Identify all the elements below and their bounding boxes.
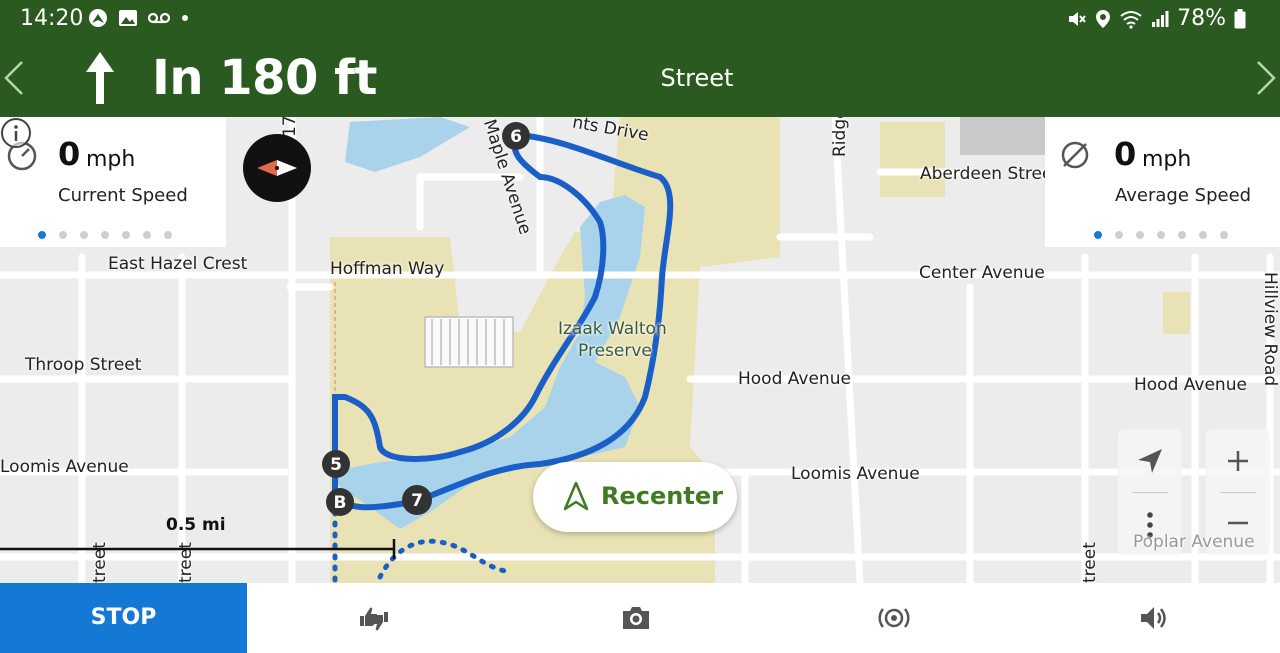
label-loomis-avenue-west: Loomis Avenue: [0, 457, 129, 477]
recenter-button[interactable]: Recenter: [533, 462, 737, 532]
pond-north: [345, 117, 470, 172]
average-speed-card[interactable]: 0 mph Average Speed: [1045, 117, 1280, 247]
label-izaak-walton: Izaak Walton: [558, 319, 667, 339]
page-dot: [1136, 231, 1144, 239]
park-area-east: [880, 122, 945, 197]
stop-button[interactable]: STOP: [0, 583, 247, 653]
page-dot: [164, 231, 172, 239]
status-icons-left: [88, 8, 190, 28]
page-dot: [1115, 231, 1123, 239]
card-page-indicator: [1094, 231, 1228, 239]
page-dot: [122, 231, 130, 239]
waypoint-7[interactable]: 7: [402, 485, 432, 515]
current-speed-label: Current Speed: [58, 185, 188, 206]
thumbs-rating-icon[interactable]: [358, 602, 390, 634]
page-dot-active: [38, 231, 46, 239]
chevron-right-icon[interactable]: [1254, 58, 1278, 98]
svg-text:5: 5: [330, 455, 342, 475]
label-poplar-avenue: Poplar Avenue: [1133, 532, 1255, 552]
label-throop-street: Throop Street: [25, 355, 142, 375]
average-icon: [1061, 141, 1089, 169]
average-speed-value: 0: [1114, 135, 1137, 173]
location-icon: [1096, 9, 1111, 28]
average-speed-label: Average Speed: [1115, 185, 1252, 206]
card-page-indicator: [38, 231, 172, 239]
label-east-hazel-crest: East Hazel Crest: [108, 254, 248, 274]
signal-icon: [1152, 10, 1169, 27]
status-icons-right: 78%: [1067, 6, 1246, 31]
scale-line: [0, 539, 396, 559]
page-dot: [1199, 231, 1207, 239]
battery-percent: 78%: [1177, 6, 1226, 31]
divider: [1220, 492, 1256, 493]
building: [960, 117, 1045, 155]
arrow-up-icon: [86, 52, 114, 104]
next-street: Street: [660, 64, 734, 92]
label-hood-avenue-east: Hood Avenue: [1134, 375, 1247, 395]
label-aberdeen-street: Aberdeen Street: [920, 164, 1060, 184]
recenter-label: Recenter: [601, 482, 723, 510]
stop-label: STOP: [90, 605, 157, 630]
svg-text:B: B: [334, 493, 347, 513]
chevron-left-icon[interactable]: [2, 58, 26, 98]
wifi-icon: [1120, 10, 1142, 29]
battery-icon: [1234, 8, 1246, 28]
dot-icon: [182, 15, 188, 21]
page-dot: [1178, 231, 1186, 239]
label-hoffman-way: Hoffman Way: [330, 259, 445, 279]
navigation-header: 14:20 78% In 180 ft Street: [0, 0, 1280, 117]
label-street-c: treet: [1080, 542, 1100, 583]
page-dot-active: [1094, 231, 1102, 239]
waypoint-5[interactable]: 5: [322, 450, 350, 478]
label-preserve: Preserve: [578, 341, 652, 361]
turn-distance: In 180 ft: [152, 50, 377, 106]
status-bar: 14:20 78%: [0, 0, 1280, 38]
page-dot: [80, 231, 88, 239]
zoom-in-icon[interactable]: [1222, 445, 1254, 477]
divider: [1132, 492, 1168, 493]
svg-text:6: 6: [510, 127, 522, 147]
status-time: 14:20: [20, 6, 84, 31]
average-speed-unit: mph: [1142, 147, 1192, 172]
page-dot: [143, 231, 151, 239]
svg-text:7: 7: [411, 491, 423, 511]
park-area-square: [1163, 292, 1190, 334]
label-hood-avenue-center: Hood Avenue: [738, 369, 851, 389]
navigation-screen: 14:20 78% In 180 ft Street 6 5 B 7 East …: [0, 0, 1280, 653]
waypoint-b[interactable]: B: [326, 488, 354, 516]
page-dot: [1220, 231, 1228, 239]
current-speed-card[interactable]: 0 mph Current Speed: [0, 117, 226, 247]
map-view[interactable]: 6 5 B 7 East Hazel Crest Hoffman Way Thr…: [0, 117, 1280, 583]
info-icon[interactable]: [0, 117, 32, 149]
navigation-arrow-icon: [563, 481, 589, 511]
current-speed-value: 0: [58, 135, 81, 173]
volume-icon[interactable]: [1138, 602, 1170, 634]
bottom-toolbar: STOP: [0, 583, 1280, 653]
navigation-app-icon: [89, 9, 107, 27]
page-dot: [101, 231, 109, 239]
parking-lot: [424, 316, 514, 368]
mute-icon: [1069, 11, 1086, 26]
image-icon: [119, 10, 137, 26]
label-loomis-avenue-center: Loomis Avenue: [791, 464, 920, 484]
compass-icon: [257, 160, 297, 176]
current-speed-unit: mph: [86, 147, 136, 172]
label-center-avenue: Center Avenue: [919, 263, 1045, 283]
scale-bar: 0.5 mi: [0, 515, 400, 565]
broadcast-icon[interactable]: [878, 602, 910, 634]
compass-button[interactable]: [243, 134, 311, 202]
turn-instruction: In 180 ft Street: [0, 38, 1280, 117]
label-ridge: Ridge: [830, 117, 850, 157]
label-hillview-road: Hillview Road: [1260, 272, 1280, 387]
page-dot: [59, 231, 67, 239]
page-dot: [1157, 231, 1165, 239]
camera-icon[interactable]: [620, 602, 652, 634]
voicemail-icon: [148, 12, 170, 24]
my-location-icon[interactable]: [1134, 445, 1166, 477]
